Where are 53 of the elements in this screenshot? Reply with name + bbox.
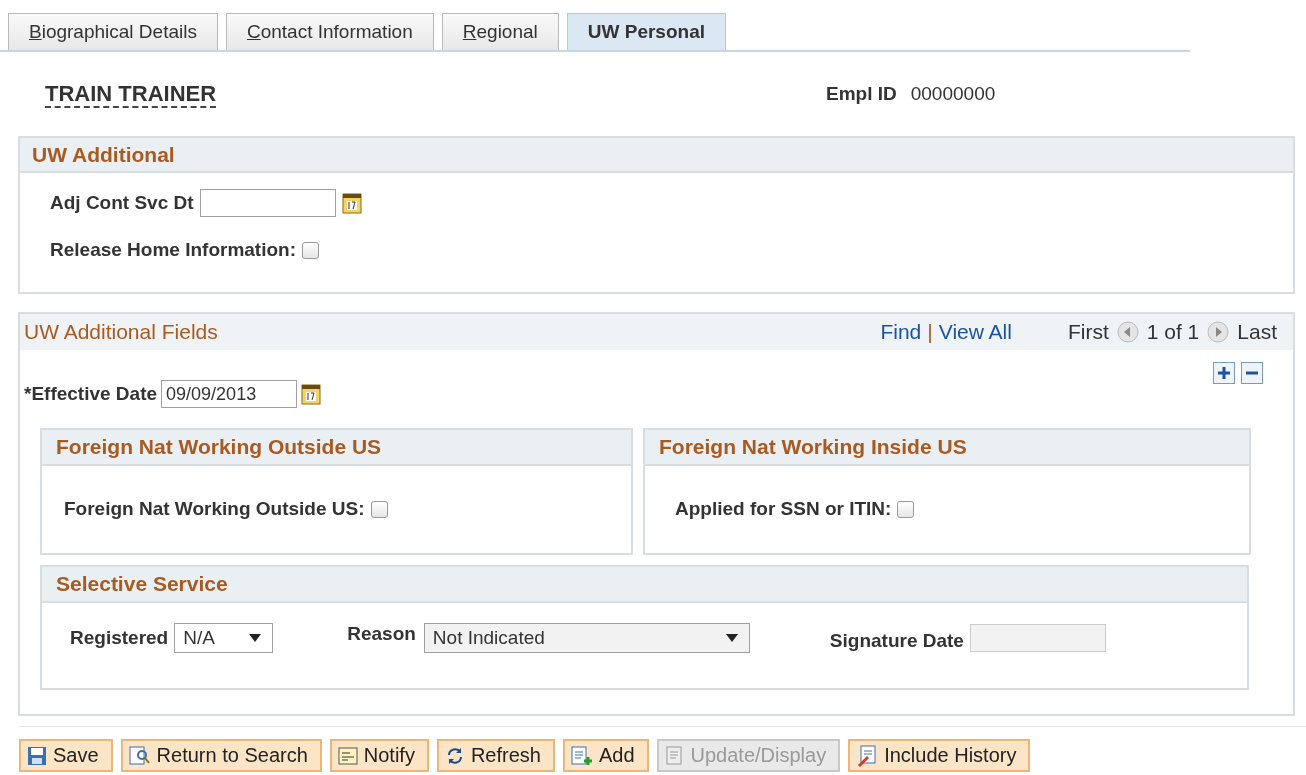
tab[interactable]: Contact Information	[225, 13, 434, 50]
checkbox[interactable]	[370, 500, 388, 518]
section-header: UW Additional	[20, 138, 1293, 173]
calendar-icon[interactable]	[301, 383, 322, 405]
field-label: Registered	[70, 627, 169, 649]
refresh-button[interactable]: Refresh	[436, 739, 555, 772]
history-button[interactable]: Include History	[848, 739, 1031, 772]
field-label: Adj Cont Svc Dt	[50, 192, 194, 214]
field-label: Signature Date	[829, 630, 964, 652]
previous-icon[interactable]	[1116, 321, 1139, 343]
page-icon	[664, 745, 685, 766]
field-label: Release Home Information:	[50, 239, 296, 261]
employee-name: TRAIN TRAINER	[45, 81, 217, 108]
document-pen-icon	[856, 744, 879, 767]
add-button[interactable]: Add	[562, 739, 649, 772]
add-page-icon	[570, 745, 593, 766]
save-button[interactable]: Save	[19, 739, 113, 772]
search-button[interactable]: Return to Search	[120, 739, 322, 772]
group-header: Foreign Nat Working Outside US	[42, 430, 631, 466]
add-row-icon[interactable]	[1213, 362, 1235, 384]
section-title: UW Additional Fields	[24, 320, 218, 344]
delete-row-icon[interactable]	[1241, 362, 1263, 384]
field-label: *Effective Date	[24, 383, 158, 405]
field-label: Applied for SSN or ITIN:	[675, 498, 892, 520]
view-all-link[interactable]: View All	[938, 320, 1012, 344]
calendar-icon[interactable]	[341, 192, 362, 214]
date-field[interactable]: 09/09/2013	[161, 380, 298, 408]
reason-dropdown[interactable]: Not Indicated	[423, 623, 750, 653]
field-label: Foreign Nat Working Outside US:	[64, 498, 365, 520]
magnifier-page-icon	[128, 745, 151, 766]
registered-dropdown[interactable]: N/A	[174, 623, 274, 653]
signature-date-field[interactable]	[969, 624, 1106, 652]
tab[interactable]: UW Personal	[566, 13, 726, 50]
tab[interactable]: Regional	[441, 13, 559, 50]
empl-id-label: Empl ID	[826, 83, 897, 105]
first-link[interactable]: First	[1067, 320, 1109, 344]
notify-button[interactable]: Notify	[329, 739, 429, 772]
page-count: 1 of 1	[1146, 320, 1200, 344]
group-header: Foreign Nat Working Inside US	[645, 430, 1249, 466]
find-link[interactable]: Find	[880, 320, 922, 344]
caret-icon	[724, 633, 739, 643]
group-header: Selective Service	[42, 567, 1247, 603]
field-label: Reason	[347, 623, 416, 645]
last-link[interactable]: Last	[1237, 320, 1277, 344]
separator: |	[927, 320, 933, 344]
caret-icon	[248, 633, 263, 643]
checkbox[interactable]	[897, 500, 915, 518]
checkbox[interactable]	[302, 241, 319, 259]
next-icon[interactable]	[1207, 321, 1230, 343]
note-icon	[337, 746, 358, 765]
date-field[interactable]	[199, 189, 336, 217]
tab[interactable]: Biographical Details	[8, 13, 218, 50]
empl-id-value: 00000000	[910, 83, 996, 105]
